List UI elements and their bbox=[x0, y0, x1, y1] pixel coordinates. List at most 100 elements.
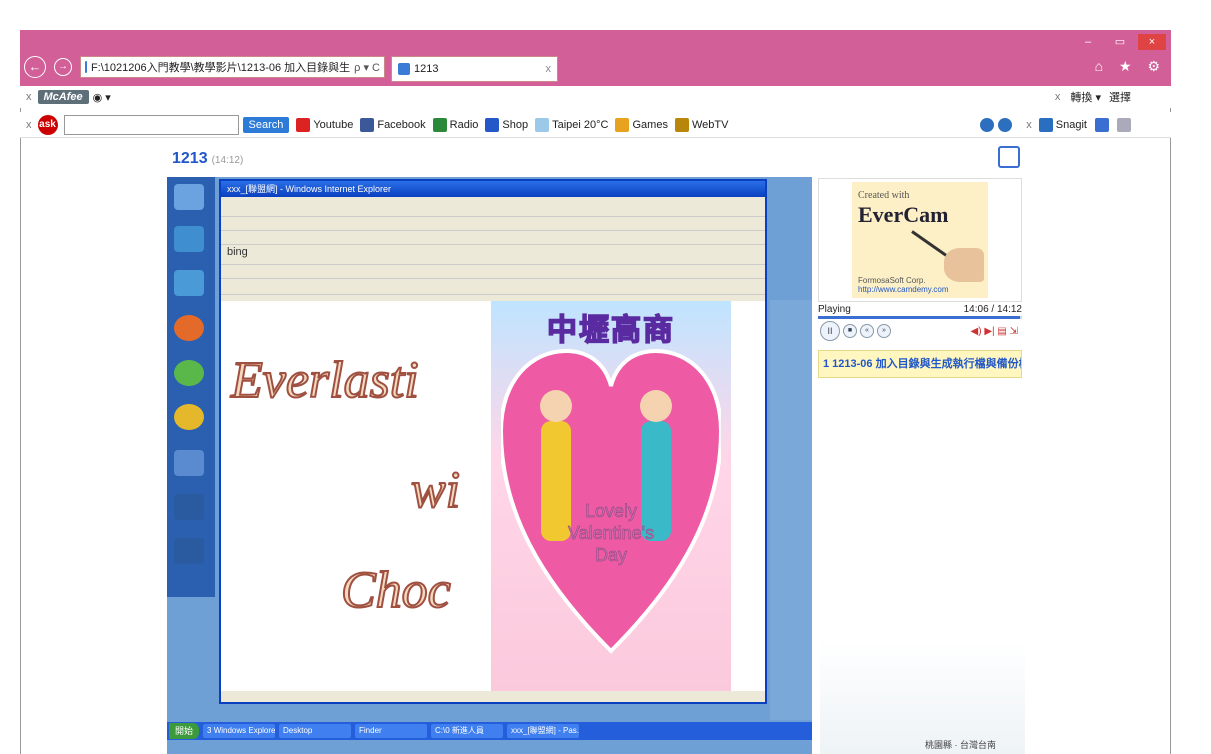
forward-icon[interactable]: → bbox=[54, 58, 72, 76]
mcafee-button[interactable]: McAfee bbox=[37, 90, 89, 104]
chocolate-text: Choc bbox=[340, 561, 452, 620]
desktop-icon bbox=[174, 404, 204, 430]
address-controls[interactable]: ρ ▾ C bbox=[354, 61, 380, 74]
close-button[interactable]: × bbox=[1138, 34, 1166, 50]
page-icon bbox=[398, 63, 410, 75]
playlist-item[interactable]: 1 1213-06 加入目錄與生成執行檔與備份檔 bbox=[818, 350, 1022, 378]
player-controls: II ■ « » ◀) ▶| ▤ ⇲ bbox=[818, 318, 1022, 344]
playback-state: Playing bbox=[818, 304, 851, 315]
evercam-created: Created with bbox=[858, 190, 910, 201]
tab-title: 1213 bbox=[414, 63, 439, 75]
fullscreen-icon[interactable] bbox=[998, 146, 1020, 168]
maximize-button[interactable]: ▭ bbox=[1106, 34, 1134, 50]
snagit-window-icon[interactable] bbox=[1095, 117, 1109, 132]
search-input[interactable] bbox=[63, 114, 239, 135]
toolbar-item-games[interactable]: Games bbox=[615, 117, 668, 132]
sketch-illustration bbox=[820, 640, 1025, 754]
playback-status: Playing 14:06 / 14:12 bbox=[818, 304, 1022, 315]
snagit-edit-icon[interactable] bbox=[1117, 117, 1131, 132]
webtv-icon bbox=[674, 117, 689, 132]
pause-button[interactable]: II bbox=[820, 321, 840, 341]
card-day: Day bbox=[594, 545, 627, 565]
evercam-company: FormosaSoft Corp. bbox=[858, 276, 926, 285]
inner-ie-toolbar bbox=[221, 231, 765, 245]
toolbar-item-shop[interactable]: Shop bbox=[485, 117, 529, 132]
search-round-icon[interactable] bbox=[998, 117, 1013, 132]
toolbar-item-label: WebTV bbox=[691, 118, 729, 131]
inner-ie-tab bbox=[221, 279, 765, 295]
nav-round-icons[interactable] bbox=[980, 117, 1013, 132]
window-controls: – ▭ × bbox=[1074, 34, 1166, 50]
toolbar-item-youtube[interactable]: Youtube bbox=[296, 117, 353, 132]
taskbar-item: 3 Windows Explorer bbox=[203, 724, 276, 738]
desktop-icon bbox=[174, 538, 204, 564]
inner-ie-page: Everlasti wi Choc 中壢高商 Lovely Valentine'… bbox=[221, 301, 765, 691]
inner-ie-title: xxx_[聯盟網] - Windows Internet Explorer bbox=[221, 181, 765, 197]
sketch-caption: 桃園縣 · 台灣台南 bbox=[925, 740, 996, 750]
toolbar-item-label: Facebook bbox=[377, 118, 426, 131]
bing-label: bing bbox=[227, 246, 248, 258]
firefox-icon bbox=[174, 315, 204, 341]
convert-button[interactable]: 轉換 ▾ bbox=[1070, 89, 1101, 105]
select-button[interactable]: 選擇 bbox=[1109, 89, 1131, 105]
forward-button[interactable]: » bbox=[877, 324, 891, 338]
background-window bbox=[770, 300, 812, 720]
ask-icon[interactable]: ask bbox=[37, 114, 58, 135]
desktop-icon bbox=[174, 450, 204, 476]
desktop-icon bbox=[174, 270, 204, 296]
left-round-icon[interactable] bbox=[980, 117, 995, 132]
toolbar-item-weather[interactable]: Taipei 20°C bbox=[535, 117, 609, 132]
snagit-icon bbox=[1038, 117, 1053, 132]
card-valentine: Valentine's bbox=[567, 523, 655, 543]
tab-1213[interactable]: 1213 x bbox=[391, 56, 558, 82]
inner-ie-favorites bbox=[221, 265, 765, 279]
stop-button[interactable]: ■ bbox=[843, 324, 857, 338]
snagit-button[interactable]: Snagit bbox=[1038, 117, 1087, 132]
toolbar-item-label: Snagit bbox=[1055, 118, 1087, 131]
toolbar-item-webtv[interactable]: WebTV bbox=[674, 117, 729, 132]
toolbar-item-label: Taipei 20°C bbox=[552, 118, 609, 131]
inner-ie-menu bbox=[221, 217, 765, 231]
radio-icon bbox=[432, 117, 447, 132]
search-button[interactable]: Search bbox=[242, 116, 290, 133]
tab-close-icon[interactable]: x bbox=[546, 63, 552, 75]
evercam-url[interactable]: http://www.camdemy.com bbox=[858, 285, 949, 294]
taskbar-item: C:\0 新進人員 bbox=[431, 724, 504, 738]
weather-icon bbox=[535, 117, 550, 132]
facebook-icon bbox=[360, 117, 375, 132]
playback-time: 14:06 / 14:12 bbox=[963, 304, 1022, 315]
volume-and-misc-controls[interactable]: ◀) ▶| ▤ ⇲ bbox=[971, 326, 1022, 337]
toolbar-right-close-icon[interactable]: x bbox=[1055, 91, 1061, 103]
with-text: wi bbox=[410, 461, 461, 520]
games-icon bbox=[615, 117, 630, 132]
taskbar-item: Desktop bbox=[279, 724, 352, 738]
toolbar2-right-close-icon[interactable]: x bbox=[1026, 119, 1032, 131]
taskbar-item: Finder bbox=[355, 724, 428, 738]
toolbar-item-label: Shop bbox=[502, 118, 529, 131]
inner-ie-bing-bar: bing bbox=[221, 245, 765, 265]
shop-icon bbox=[485, 117, 500, 132]
taskbar-item: xxx_[聯盟網] - Pas... bbox=[507, 724, 580, 738]
toolbar-item-facebook[interactable]: Facebook bbox=[360, 117, 426, 132]
toolbar2-close-icon[interactable]: x bbox=[26, 119, 32, 131]
toolbar-item-label: Radio bbox=[449, 118, 479, 131]
heart-graphic bbox=[501, 348, 721, 654]
toolbar-item-label: Games bbox=[632, 118, 668, 131]
inner-ie-window: xxx_[聯盟網] - Windows Internet Explorer bi… bbox=[219, 179, 767, 704]
back-icon[interactable]: ← bbox=[24, 56, 46, 78]
chrome-icon bbox=[174, 360, 204, 386]
everlasting-text: Everlasti bbox=[230, 351, 420, 410]
home-favorites-settings-icons[interactable]: ⌂ ★ ⚙ bbox=[1095, 58, 1166, 75]
toolbar-item-radio[interactable]: Radio bbox=[432, 117, 479, 132]
mcafee-dropdown-icon[interactable]: ◉ ▾ bbox=[93, 91, 111, 104]
hand-graphic bbox=[944, 248, 984, 282]
desktop-icon bbox=[174, 494, 204, 520]
page-icon bbox=[85, 61, 87, 73]
minimize-button[interactable]: – bbox=[1074, 34, 1102, 50]
mcafee-toolbar: x McAfee ◉ ▾ x 轉換 ▾ 選擇 bbox=[20, 86, 1171, 108]
youtube-icon bbox=[296, 117, 311, 132]
rewind-button[interactable]: « bbox=[860, 324, 874, 338]
address-bar[interactable]: F:\1021206入門教學\教學影片\1213-06 加入目錄與生 ρ ▾ C bbox=[80, 56, 385, 78]
evercam-brand: EverCam bbox=[858, 202, 949, 227]
toolbar-close-icon[interactable]: x bbox=[26, 91, 32, 103]
